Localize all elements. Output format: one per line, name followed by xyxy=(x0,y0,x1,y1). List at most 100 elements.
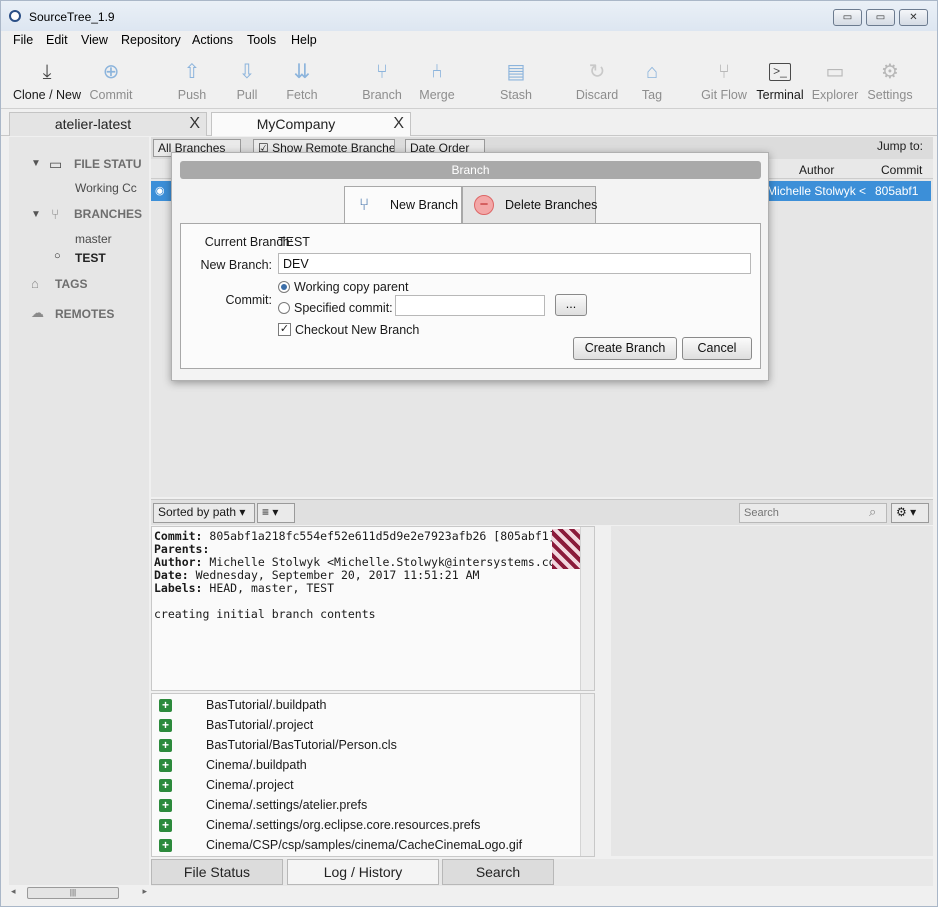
scrollbar-thumb[interactable]: ||| xyxy=(27,887,119,899)
menu-actions[interactable]: Actions xyxy=(192,33,233,47)
menu-file[interactable]: File xyxy=(13,33,33,47)
new-branch-panel: Current Branch: TEST New Branch: Commit:… xyxy=(180,223,761,369)
gear-icon: ⚙ xyxy=(881,61,899,83)
commit-hash[interactable]: 805abf1a218fc554ef52e611d5d9e2e7923afb26… xyxy=(209,529,555,543)
sidebar-item-test[interactable]: TEST xyxy=(75,251,106,265)
options-button[interactable]: ⚙ ▾ xyxy=(891,503,929,523)
close-icon[interactable]: X xyxy=(189,115,200,133)
terminal-button[interactable]: >_ Terminal xyxy=(753,51,807,109)
sort-select[interactable]: Sorted by path ▾ xyxy=(153,503,255,523)
tab-mycompany[interactable]: MyCompany X xyxy=(211,112,411,136)
cancel-button[interactable]: Cancel xyxy=(682,337,752,360)
column-author[interactable]: Author xyxy=(799,163,834,177)
git-flow-icon: ⑂ xyxy=(718,61,730,83)
clone-new-button[interactable]: ⤓ Clone / New xyxy=(11,51,83,109)
fetch-button[interactable]: ⇊ Fetch xyxy=(279,51,325,109)
minimize-button[interactable]: ▭ xyxy=(833,9,862,26)
file-name: Cinema/.settings/atelier.prefs xyxy=(206,798,368,812)
search-icon: ⌕ xyxy=(869,504,877,519)
merge-icon: ⑃ xyxy=(431,61,443,83)
file-list-scrollbar[interactable] xyxy=(580,694,594,856)
details-scrollbar[interactable] xyxy=(580,527,594,690)
sidebar-item-master[interactable]: master xyxy=(75,232,112,246)
tab-file-status[interactable]: File Status xyxy=(151,859,283,885)
sidebar-tags[interactable]: TAGS xyxy=(55,277,87,291)
working-copy-radio[interactable] xyxy=(278,281,290,293)
close-icon[interactable]: X xyxy=(393,115,404,133)
menu-repository[interactable]: Repository xyxy=(121,33,181,47)
date-label: Date: xyxy=(154,568,189,582)
checkout-checkbox[interactable]: ✓ xyxy=(278,323,291,336)
sidebar-remotes[interactable]: REMOTES xyxy=(55,307,114,321)
settings-button[interactable]: ⚙ Settings xyxy=(865,51,915,109)
new-branch-input[interactable] xyxy=(278,253,751,274)
create-branch-button[interactable]: Create Branch xyxy=(573,337,677,360)
specified-commit-input[interactable] xyxy=(395,295,545,316)
list-item[interactable]: + Cinema/.settings/atelier.prefs xyxy=(152,795,582,815)
git-flow-label: Git Flow xyxy=(701,88,747,102)
explorer-button[interactable]: ▭ Explorer xyxy=(809,51,861,109)
arrow-left-icon[interactable]: ◂ xyxy=(11,886,16,897)
list-item[interactable]: + Cinema/.buildpath xyxy=(152,755,582,775)
menu-tools[interactable]: Tools xyxy=(247,33,276,47)
tab-atelier-latest[interactable]: atelier-latest X xyxy=(9,112,207,136)
menu-edit[interactable]: Edit xyxy=(46,33,68,47)
column-commit[interactable]: Commit xyxy=(881,163,922,177)
browse-commit-button[interactable]: ... xyxy=(555,294,587,316)
sidebar-scrollbar[interactable]: ◂ ||| ▸ xyxy=(9,885,149,901)
commit-label: Commit xyxy=(89,88,133,102)
tab-new-branch-label: New Branch xyxy=(390,198,459,212)
jump-to-label[interactable]: Jump to: xyxy=(877,139,923,153)
discard-icon: ↻ xyxy=(588,61,606,83)
list-item[interactable]: + BasTutorial/BasTutorial/Person.cls xyxy=(152,735,582,755)
file-name: Cinema/CSP/csp/samples/cinema/CacheCinem… xyxy=(206,838,523,852)
sidebar-item-working-copy[interactable]: Working Cc xyxy=(75,181,137,195)
explorer-label: Explorer xyxy=(811,88,859,102)
commit-label: Commit: xyxy=(225,293,272,307)
added-icon: + xyxy=(159,839,172,852)
list-item[interactable]: + Cinema/.project xyxy=(152,775,582,795)
stash-button[interactable]: ▤ Stash xyxy=(493,51,539,109)
maximize-button[interactable]: ▭ xyxy=(866,9,895,26)
commit-button[interactable]: ⊕ Commit xyxy=(85,51,137,109)
merge-button[interactable]: ⑃ Merge xyxy=(413,51,461,109)
push-button[interactable]: ⇧ Push xyxy=(169,51,215,109)
sidebar-file-status[interactable]: FILE STATU xyxy=(74,157,142,171)
git-flow-button[interactable]: ⑂ Git Flow xyxy=(699,51,749,109)
sidebar-branches[interactable]: BRANCHES xyxy=(74,207,142,221)
cloud-icon: ☁ xyxy=(31,305,44,320)
file-name: BasTutorial/.project xyxy=(206,718,314,732)
app-window: SourceTree_1.9 ▭ ▭ ✕ File Edit View Repo… xyxy=(0,0,938,907)
view-mode-select[interactable]: ≡ ▾ xyxy=(257,503,295,523)
branch-button[interactable]: ⑂ Branch xyxy=(359,51,405,109)
tab-log-history[interactable]: Log / History xyxy=(287,859,439,885)
list-item[interactable]: + Cinema/.settings/org.eclipse.core.resou… xyxy=(152,815,582,835)
search-input[interactable] xyxy=(739,503,887,523)
maximize-icon: ▭ xyxy=(875,12,886,23)
chevron-down-icon[interactable]: ▼ xyxy=(31,158,41,169)
commit-label: Commit: xyxy=(154,529,203,543)
tab-delete-branches[interactable]: − Delete Branches xyxy=(462,186,597,224)
tag-button[interactable]: ⌂ Tag xyxy=(631,51,673,109)
arrow-up-icon: ⇧ xyxy=(183,61,201,83)
pull-button[interactable]: ⇩ Pull xyxy=(224,51,270,109)
file-name: Cinema/.project xyxy=(206,778,294,792)
close-icon: ✕ xyxy=(909,12,918,23)
tab-new-branch[interactable]: ⑂ New Branch xyxy=(344,186,462,224)
specified-commit-radio[interactable] xyxy=(278,302,290,314)
menu-help[interactable]: Help xyxy=(291,33,317,47)
date-value: Wednesday, September 20, 2017 11:51:21 A… xyxy=(195,568,480,582)
list-item[interactable]: + Cinema/CSP/csp/samples/cinema/CacheCine… xyxy=(152,835,582,855)
chevron-down-icon[interactable]: ▼ xyxy=(31,209,41,220)
stash-icon: ▤ xyxy=(506,61,526,83)
list-item[interactable]: + BasTutorial/.project xyxy=(152,715,582,735)
arrow-right-icon[interactable]: ▸ xyxy=(142,886,147,897)
download-icon: ⤓ xyxy=(42,61,52,83)
branch-label: Branch xyxy=(362,88,402,102)
menu-view[interactable]: View xyxy=(81,33,108,47)
discard-button[interactable]: ↻ Discard xyxy=(571,51,623,109)
close-window-button[interactable]: ✕ xyxy=(899,9,928,26)
tab-search[interactable]: Search xyxy=(442,859,554,885)
list-item[interactable]: + BasTutorial/.buildpath xyxy=(152,695,582,715)
file-name: BasTutorial/.buildpath xyxy=(206,698,327,712)
